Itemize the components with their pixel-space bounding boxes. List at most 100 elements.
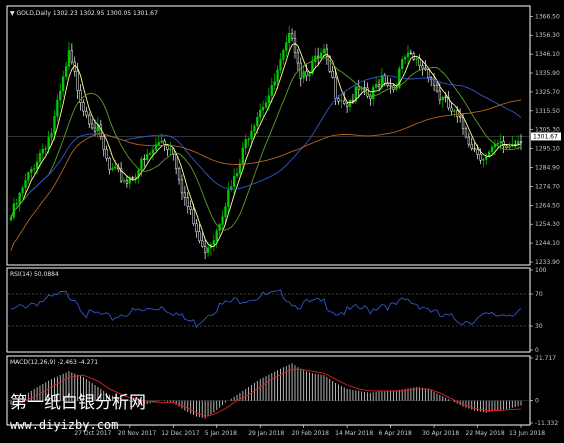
candle-body [476,149,479,155]
candle-body [157,142,160,145]
candle-body [317,55,320,58]
time-tick-label: 22 May 2018 [466,430,505,437]
candle-body [131,177,134,179]
candle-body [82,102,85,112]
candle-body [470,143,473,149]
candle-body [438,90,442,101]
candle-body [111,168,114,170]
candle-body [114,166,117,169]
candle-body [166,145,169,150]
candle-body [221,216,224,225]
candle-body [473,148,476,150]
candle-body [290,32,294,39]
candle-body [160,140,163,143]
candle-body [273,81,276,86]
candle-body [403,56,407,60]
candle-body [18,192,21,204]
price-tick-label: 1295.10 [535,146,560,153]
candle-body [467,136,470,145]
candle-body [418,58,421,66]
candle-body [169,148,172,150]
candle-body [337,98,340,102]
candle-body [88,114,91,125]
time-tick-label: 14 Mar 2018 [335,430,373,437]
price-tick-label: 1264.50 [535,202,560,209]
candle-body [24,180,27,188]
price-tick-label: 1356.30 [535,32,560,39]
candle-body [177,168,181,181]
candle-body [464,128,468,138]
candle-body [427,69,430,79]
candle-body [279,59,282,71]
candle-body [435,84,439,92]
candle-body [151,149,155,154]
candle-body [192,209,195,224]
candle-body [67,50,71,67]
candle-body [189,206,192,210]
candle-body [143,158,146,161]
candle-body [175,154,178,169]
rsi-tick-label: 30 [535,323,543,330]
candle-body [224,206,227,217]
candle-body [180,179,184,194]
candle-body [369,95,372,100]
candle-body [372,87,375,100]
price-tick-label: 1244.10 [535,240,560,247]
candle-body [285,42,288,51]
candle-body [502,141,505,147]
rsi-tick-label: 70 [535,291,543,298]
candle-body [363,87,366,89]
candle-body [259,109,262,118]
candle-body [44,148,47,150]
candle-body [59,90,62,101]
current-price-label: 1301.67 [533,133,558,140]
candle-body [450,107,453,112]
candle-body [505,145,508,148]
candle-body [122,180,126,182]
candle-body [276,69,279,82]
candle-body [389,85,392,87]
candle-body [496,142,499,145]
candle-body [206,247,210,253]
candle-body [203,246,207,253]
candle-body [186,197,189,207]
candle-body [516,141,520,145]
candle-body [27,172,30,181]
candle-body [76,71,79,91]
candle-body [70,50,74,63]
candle-body [345,103,349,107]
price-tick-label: 1233.90 [535,259,560,266]
candle-body [351,100,355,102]
candle-body [195,223,198,232]
time-tick-label: 20 Feb 2018 [292,430,330,437]
candle-body [499,141,502,144]
candle-body [232,175,236,187]
time-tick-label: 20 Nov 2017 [118,430,157,437]
candle-body [348,100,352,107]
macd-tick-label: 21.717 [535,355,556,362]
candle-body [253,125,256,132]
macd-header: MACD(12,26,9) -2.463 -4.271 [10,359,98,366]
candle-body [282,50,285,60]
price-tick-label: 1366.50 [535,13,560,20]
candle-body [62,76,65,92]
time-tick-label: 12 Dec 2017 [161,430,200,437]
candle-body [334,77,337,99]
rsi-tick-label: 0 [535,347,539,354]
watermark-url: www.diyizby.com [10,418,118,432]
price-tick-label: 1315.50 [535,108,560,115]
candle-body [50,133,53,138]
candle-body [415,58,418,60]
candle-body [134,176,137,179]
candle-body [38,153,42,163]
chart-background [0,0,564,443]
candle-body [33,168,36,170]
candle-body [270,85,273,96]
candle-body [227,189,230,207]
candle-body [198,231,201,242]
candle-body [296,52,300,64]
candle-body [340,100,343,102]
time-tick-label: 30 Apr 2018 [422,430,459,437]
price-tick-label: 1335.90 [535,70,560,77]
candle-body [105,149,108,159]
